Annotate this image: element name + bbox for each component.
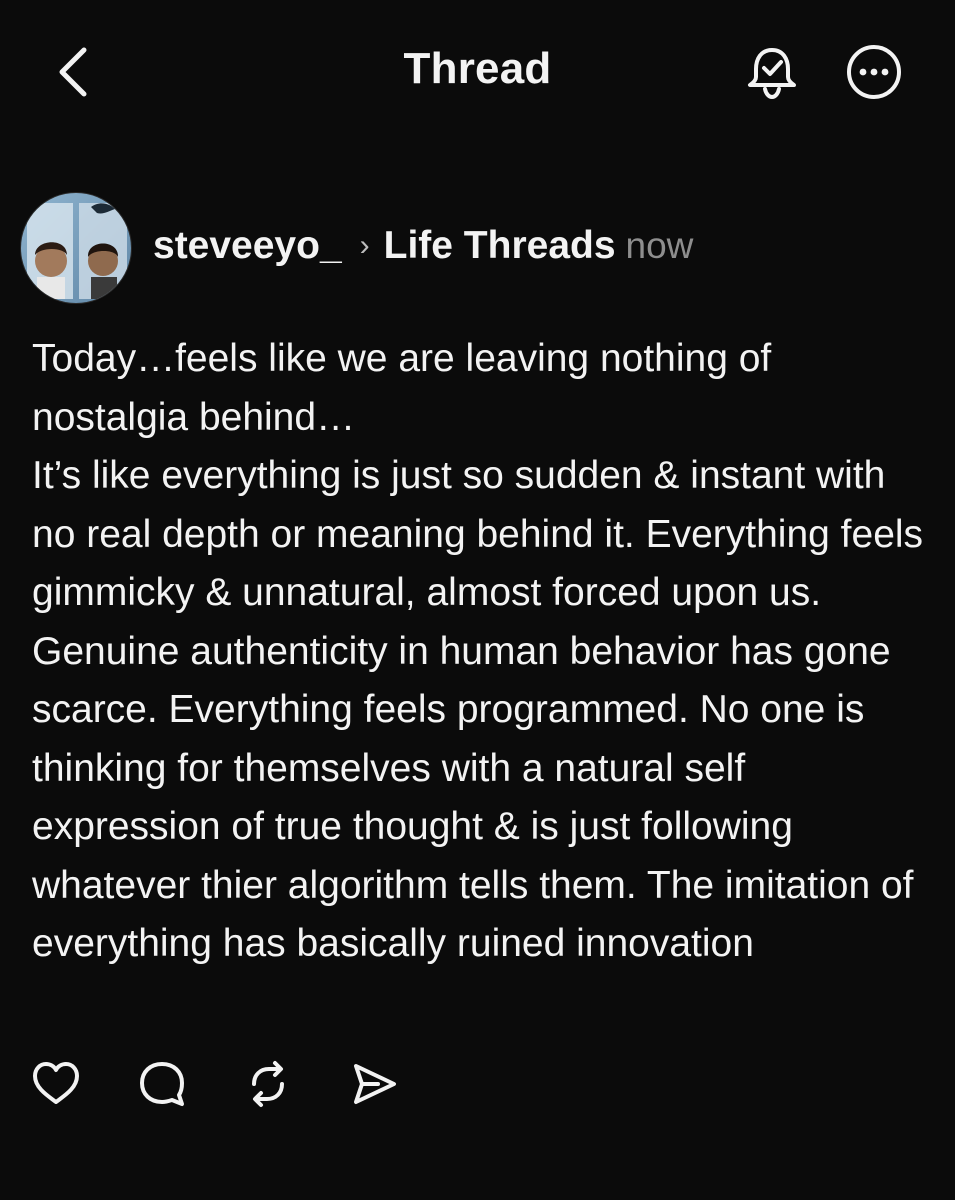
community-link[interactable]: Life Threads	[384, 224, 616, 267]
page-title: Thread	[403, 44, 552, 93]
comment-icon	[140, 1062, 184, 1106]
notify-button[interactable]	[740, 40, 804, 104]
post-actions	[30, 1056, 450, 1116]
like-button[interactable]	[30, 1056, 82, 1112]
post-paragraph: Today…feels like we are leaving nothing …	[32, 337, 772, 439]
post-timestamp: now	[625, 225, 694, 266]
post-body: Today…feels like we are leaving nothing …	[32, 330, 937, 974]
repost-icon	[252, 1061, 284, 1107]
more-options-button[interactable]	[842, 40, 906, 104]
share-icon	[354, 1064, 396, 1104]
top-bar: Thread	[0, 0, 955, 145]
heart-icon	[33, 1062, 79, 1104]
author-line: steveeyo_ › Life Threads now	[153, 222, 693, 270]
post-header: steveeyo_ › Life Threads now	[20, 192, 920, 304]
repost-button[interactable]	[242, 1056, 294, 1112]
comment-button[interactable]	[136, 1056, 188, 1112]
share-button[interactable]	[348, 1056, 400, 1112]
chevron-right-icon: ›	[359, 229, 370, 262]
bell-check-icon	[748, 48, 796, 100]
more-horizontal-circle-icon	[847, 45, 901, 99]
post-paragraph: It’s like everything is just so sudden &…	[32, 454, 924, 965]
avatar[interactable]	[20, 192, 132, 304]
username-link[interactable]: steveeyo_	[153, 224, 342, 267]
